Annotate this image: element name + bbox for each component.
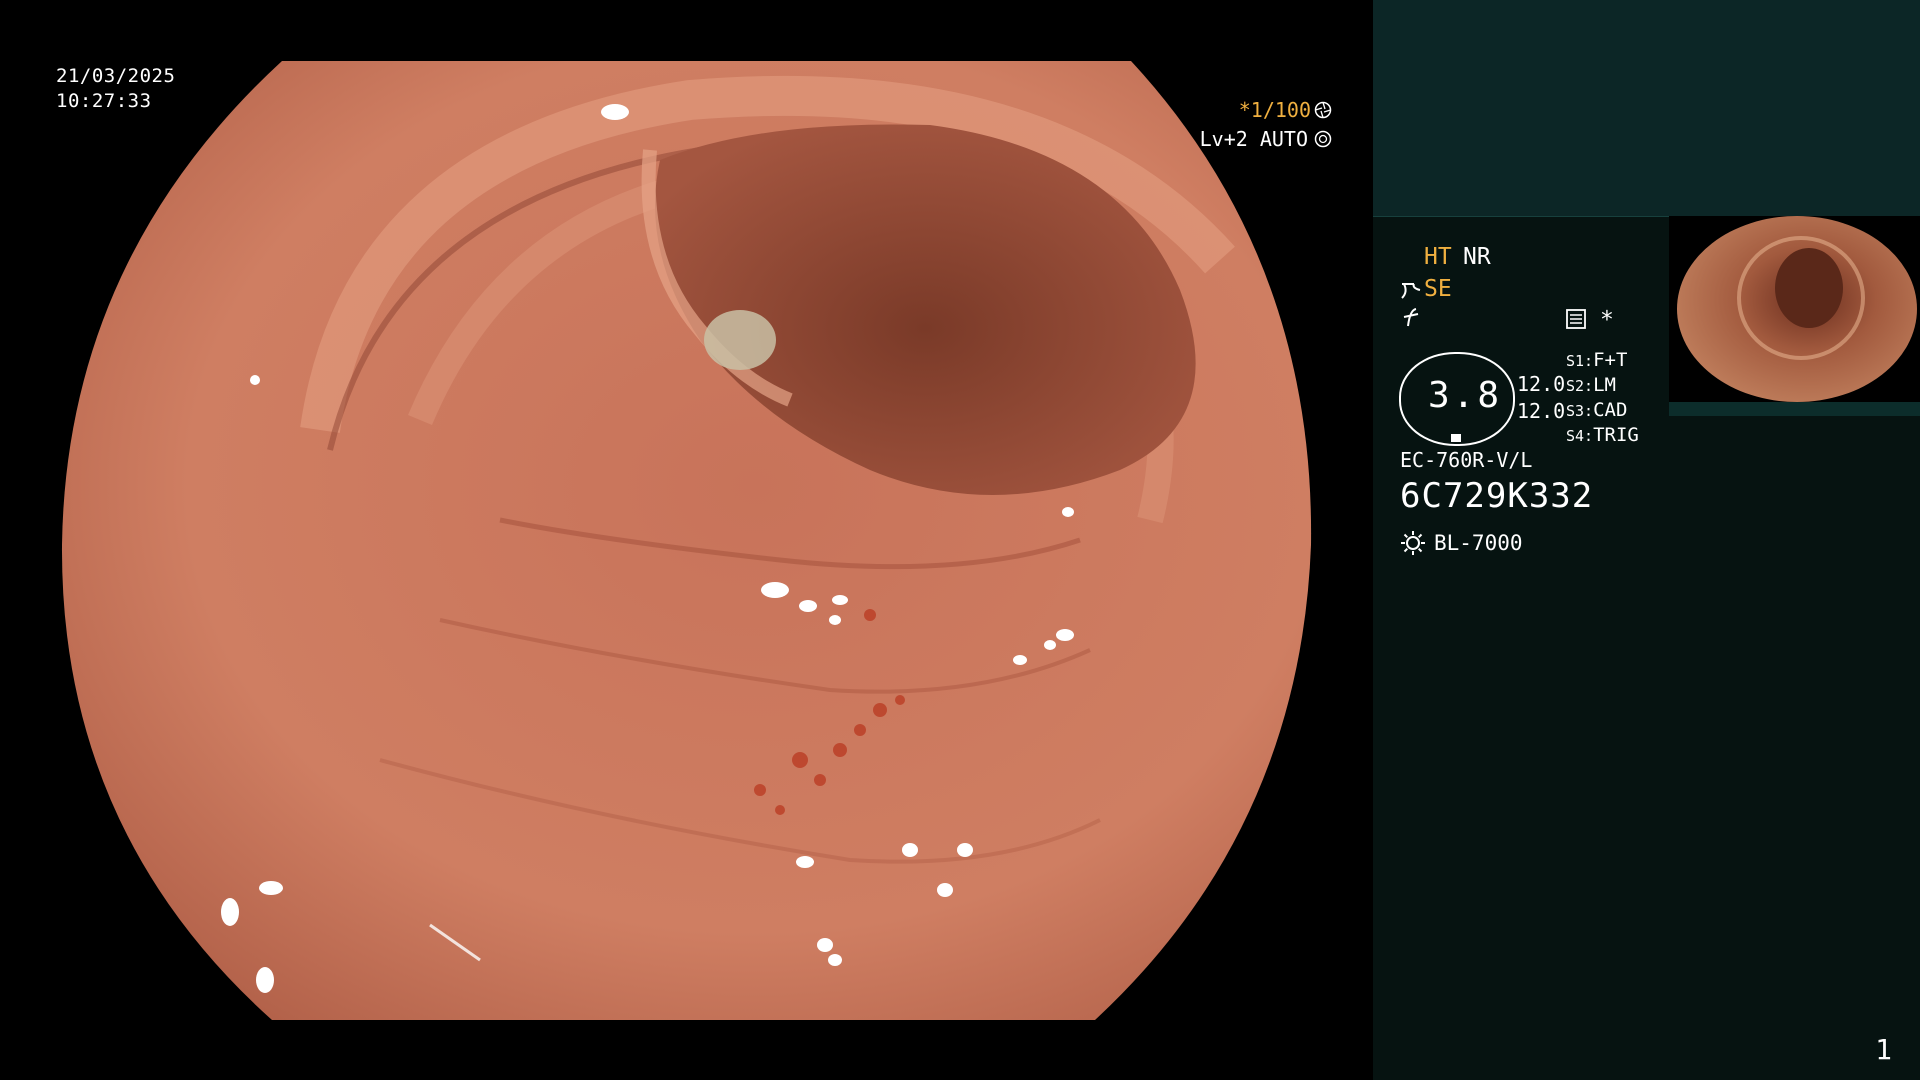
shutter-speed: *1/100 xyxy=(1238,98,1311,122)
switch-s1-value: F+T xyxy=(1593,349,1628,371)
thumbnail-caption-strip xyxy=(1669,402,1920,416)
switch-s4-value: TRIG xyxy=(1593,424,1639,446)
thumbnail-preview[interactable] xyxy=(1669,216,1920,402)
ht-label: HT xyxy=(1424,244,1452,270)
se-label: SE xyxy=(1424,276,1452,302)
iris-indicator: Lv+2 AUTO xyxy=(1200,127,1332,151)
switch-s2: S2:LM xyxy=(1566,373,1616,398)
thumbnail-image xyxy=(1669,216,1920,402)
switch-s2-key: S2: xyxy=(1566,377,1594,395)
switch-s3: S3:CAD xyxy=(1566,398,1627,423)
setting-value-1: 12.0 xyxy=(1517,372,1566,396)
nr-label: NR xyxy=(1463,244,1491,270)
switch-s2-value: LM xyxy=(1593,374,1616,396)
endoscopic-image xyxy=(61,61,1312,1020)
time-stamp: 10:27:33 xyxy=(56,90,152,112)
switch-s3-value: CAD xyxy=(1593,399,1628,421)
structure-enhancement-icon xyxy=(1401,283,1421,299)
light-source: BL-7000 xyxy=(1400,530,1523,556)
switch-s4-key: S4: xyxy=(1566,427,1594,445)
switch-s4: S4:TRIG xyxy=(1566,423,1639,448)
asterisk-indicator: * xyxy=(1600,307,1614,333)
zoom-marker xyxy=(1451,434,1461,442)
endoscope-view: 21/03/2025 10:27:33 *1/100 Lv+2 AUTO xyxy=(0,0,1373,1080)
zoom-value: 3.8 xyxy=(1428,375,1503,416)
page-number: 1 xyxy=(1875,1033,1892,1066)
record-icon xyxy=(1566,309,1586,329)
light-source-name: BL-7000 xyxy=(1434,531,1523,555)
iris-icon xyxy=(1314,130,1332,148)
color-mode-icon xyxy=(1403,308,1419,327)
scope-serial: 6C729K332 xyxy=(1400,476,1594,516)
iris-mode: Lv+2 AUTO xyxy=(1199,127,1308,151)
switch-s1: S1:F+T xyxy=(1566,348,1627,373)
scope-model: EC-760R-V/L xyxy=(1400,448,1533,472)
switch-s3-key: S3: xyxy=(1566,402,1594,420)
aperture-icon xyxy=(1314,101,1332,119)
switch-s1-key: S1: xyxy=(1566,352,1594,370)
light-bulb-icon xyxy=(1401,531,1425,555)
setting-value-2: 12.0 xyxy=(1517,399,1566,423)
shutter-indicator: *1/100 xyxy=(1239,98,1332,122)
date-stamp: 21/03/2025 xyxy=(56,65,176,87)
panel-header-area xyxy=(1373,0,1920,217)
